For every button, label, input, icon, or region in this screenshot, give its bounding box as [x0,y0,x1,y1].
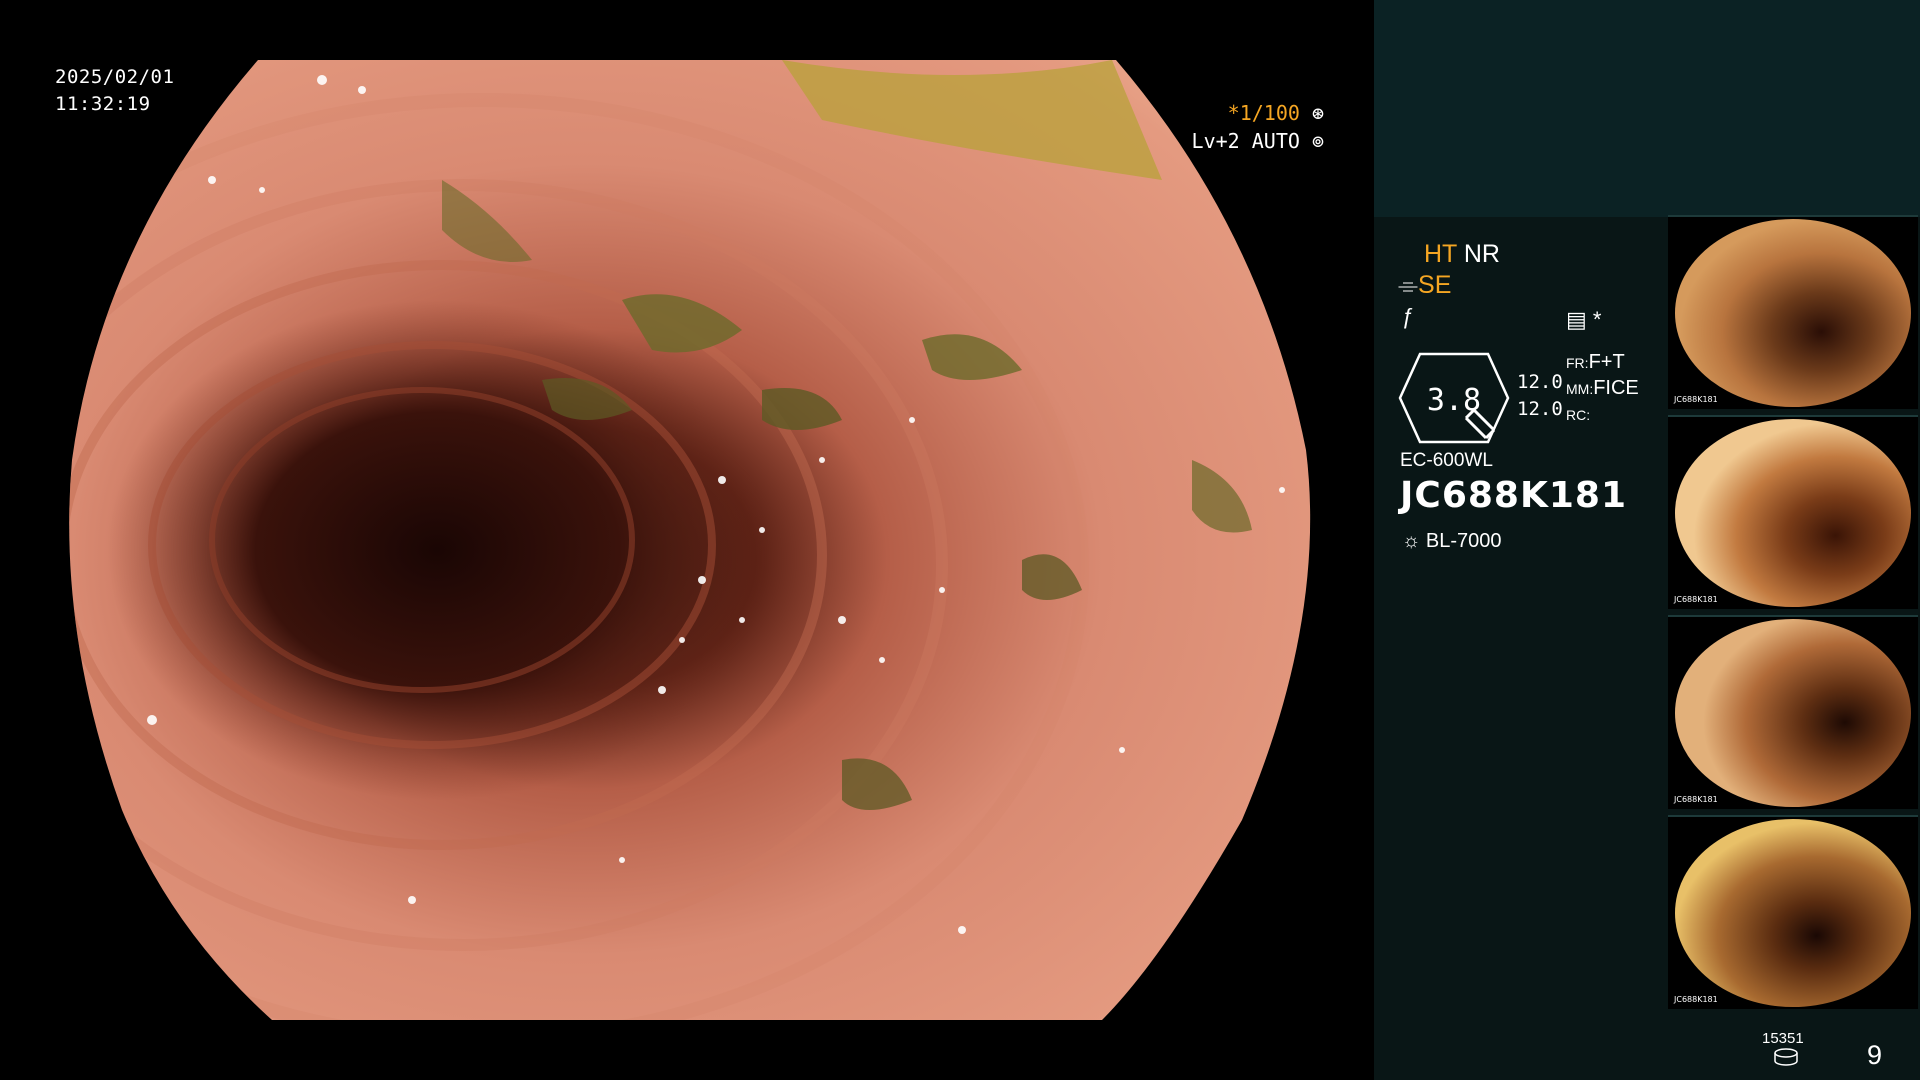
thumb-serial: JC688K181 [1673,595,1718,604]
fr-label: FR: [1566,355,1589,371]
thumbnail-2[interactable]: JC688K181 [1668,415,1918,609]
scope-model: EC-600WL [1400,450,1493,471]
zoom-b: 12.0 [1517,398,1563,420]
zoom-badge: 3.8 [1398,352,1510,444]
endoscope-main-view: 2025/02/01 11:32:19 *1/100 ⊛ Lv+2 AUTO ⊚ [0,0,1372,1080]
zoom-value: 3.8 [1427,383,1481,418]
fr-value: F+T [1588,351,1625,373]
panel-header-area [1374,0,1920,217]
light-source-label: BL-7000 [1425,530,1502,552]
mode-block: FR:F+T MM:FICE RC: [1566,350,1639,428]
memo-star: * [1592,307,1602,332]
endoscope-image [62,60,1312,1020]
structure-enhance-icon: ⌯ [1398,271,1419,299]
memo-row: ▤ * [1566,307,1601,333]
zoom-values: 12.0 12.0 [1517,369,1563,423]
ht-nr-row: HT NR [1424,240,1500,269]
aperture-icon: ⊛ [1311,101,1324,125]
thumb-serial: JC688K181 [1673,995,1718,1004]
nr-label: NR [1463,240,1500,268]
mm-label: MM: [1566,381,1594,397]
mm-value: FICE [1593,377,1639,399]
structure-enhance-row: ⌯SE [1398,271,1451,300]
rc-label: RC: [1566,407,1591,423]
storage-icon [1774,1048,1798,1066]
thumb-serial: JC688K181 [1673,395,1718,404]
page-number: 9 [1867,1040,1883,1070]
thumbnail-1[interactable]: JC688K181 [1668,215,1918,409]
thumb-serial: JC688K181 [1673,795,1718,804]
light-bulb-icon: ☼ [1402,530,1421,552]
light-source-row: ☼ BL-7000 [1402,530,1502,553]
thumbnail-3[interactable]: JC688K181 [1668,615,1918,809]
memo-icon: ▤ [1566,307,1587,332]
record-count: 15351 [1762,1030,1804,1047]
se-label: SE [1418,271,1452,299]
ht-label: HT [1424,240,1457,268]
f-icon: ƒ [1402,304,1415,329]
thumbnail-4[interactable]: JC688K181 [1668,815,1918,1009]
auto-iris-icon: ⊚ [1311,129,1324,153]
scope-serial: JC688K181 [1400,475,1628,516]
zoom-a: 12.0 [1517,371,1563,393]
